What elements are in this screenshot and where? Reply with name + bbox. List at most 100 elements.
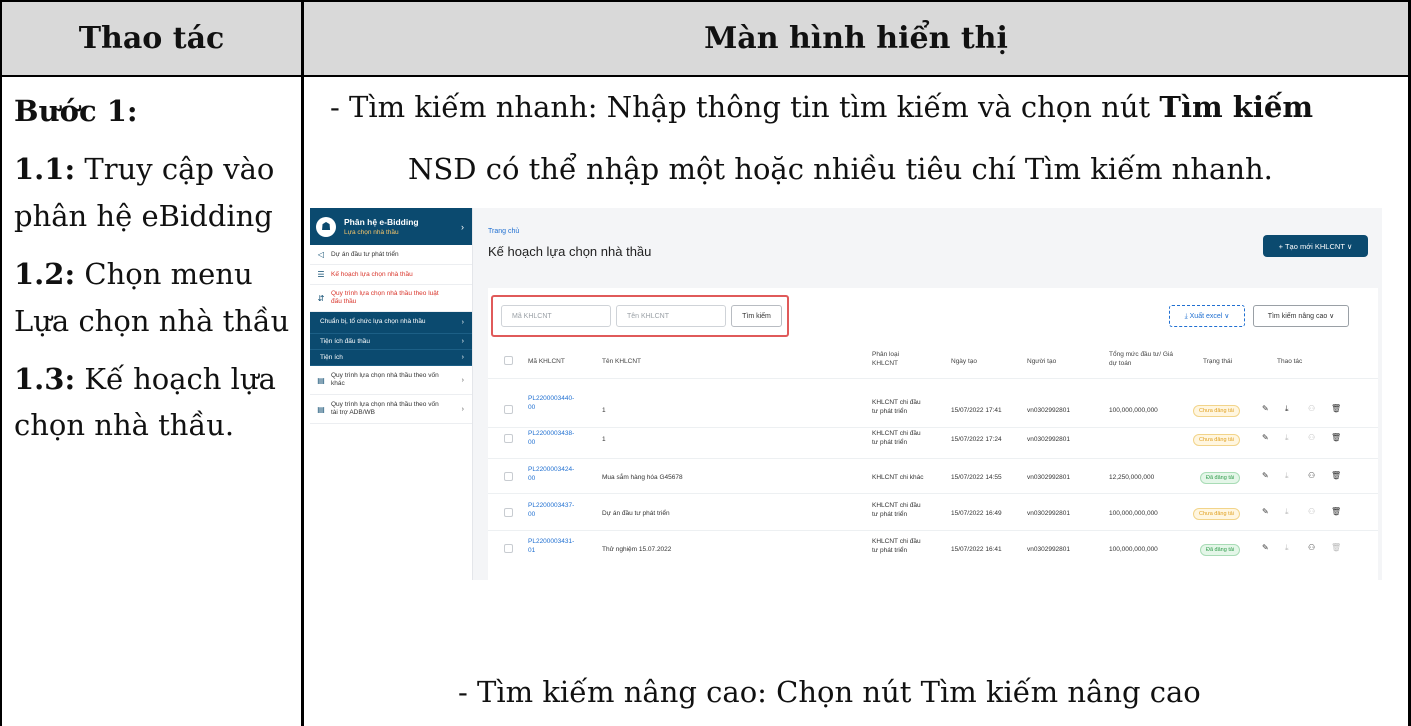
col-header-amount: Tổng mức đầu tư/ Giá dự toán [1109,351,1173,367]
sidebar-item-procedure-other-fund[interactable]: ▤ Quy trình lựa chọn nhà thầu theo vốn k… [310,366,472,395]
row-amount: 100,000,000,000 [1109,510,1158,517]
download-icon[interactable]: ⤓ [1285,507,1289,517]
table-border-left [0,0,2,726]
chevron-right-icon: › [461,376,464,384]
pencil-icon[interactable]: ✎ [1262,543,1269,552]
row-name: 1 [602,407,606,414]
pencil-icon[interactable]: ✎ [1262,507,1269,516]
row-name: 1 [602,436,606,443]
row-date: 15/07/2022 16:41 [951,546,1002,553]
col-header-status: Trạng thái [1203,358,1233,365]
row-code-link[interactable]: PL2200003437-00 [528,502,574,520]
row-creator: vn0302992801 [1027,436,1071,443]
trash-icon[interactable]: 🗑 [1331,433,1341,442]
search-button[interactable]: Tìm kiếm [731,305,782,327]
trash-icon[interactable]: 🗑 [1331,404,1341,413]
download-icon[interactable]: ⤓ [1285,543,1289,553]
sidebar-subitem-utilities[interactable]: Tiện ích › [310,350,472,366]
row-separator [488,530,1378,531]
select-all-checkbox[interactable] [504,356,513,365]
trash-icon[interactable]: 🗑 [1331,471,1341,480]
row-code-link[interactable]: PL2200003440-00 [528,395,574,413]
col-header-date: Ngày tạo [951,358,978,365]
users-icon[interactable]: ⚇ [1308,404,1315,413]
chevron-right-icon: › [461,338,464,345]
sidebar-header[interactable]: ☗ Phân hệ e-Bidding Lựa chọn nhà thầu › [310,208,472,245]
step-1-1: 1.1: Truy cập vào phân hệ eBidding [14,152,275,233]
row-separator [488,493,1378,494]
status-badge: Chưa đăng tải [1193,434,1240,446]
row-date: 15/07/2022 17:41 [951,407,1002,414]
users-icon[interactable]: ⚇ [1308,471,1315,480]
steps-column: Bước 1: 1.1: Truy cập vào phân hệ eBiddi… [14,88,294,461]
create-plan-button[interactable]: + Tạo mới KHLCNT ∨ [1263,235,1368,257]
row-checkbox[interactable] [504,472,513,481]
pencil-icon[interactable]: ✎ [1262,404,1269,413]
row-creator: vn0302992801 [1027,407,1071,414]
process-icon: ⇵ [317,293,325,303]
row-code-link[interactable]: PL2200003431-01 [528,538,574,556]
download-icon[interactable]: ⤓ [1285,471,1289,481]
sidebar-subitem-prepare[interactable]: Chuẩn bị, tổ chức lựa chọn nhà thầu › [310,312,472,334]
row-code-link[interactable]: PL2200003424-00 [528,466,574,484]
list-icon: ☰ [317,270,325,279]
app-subtitle: Lựa chọn nhà thầu [344,229,399,236]
app-title: Phân hệ e-Bidding [344,217,419,227]
row-date: 15/07/2022 14:55 [951,474,1002,481]
sidebar: ☗ Phân hệ e-Bidding Lựa chọn nhà thầu › … [310,208,473,580]
status-badge: Chưa đăng tải [1193,508,1240,520]
row-name: Mua sắm hàng hóa G45678 [602,474,683,481]
step-1-3: 1.3: Kế hoạch lựa chọn nhà thầu. [14,361,276,443]
document-icon: ▤ [317,375,325,385]
breadcrumb[interactable]: Trang chủ [488,228,519,235]
row-checkbox[interactable] [504,508,513,517]
download-icon[interactable]: ⤓ [1285,433,1289,443]
sidebar-item-investment-project[interactable]: ◁ Dự án đầu tư phát triển [310,245,472,265]
row-creator: vn0302992801 [1027,474,1071,481]
table-border-top [0,0,1411,2]
trash-icon[interactable]: 🗑 [1331,507,1341,516]
users-icon[interactable]: ⚇ [1308,433,1315,442]
step-label: Bước 1: [14,94,138,128]
sidebar-item-contractor-plan[interactable]: ☰ Kế hoạch lựa chọn nhà thầu [310,265,472,285]
chevron-right-icon: › [461,222,464,232]
row-date: 15/07/2022 17:24 [951,436,1002,443]
col-header-creator: Người tạo [1027,358,1057,365]
row-amount: 100,000,000,000 [1109,546,1158,553]
sidebar-item-procedure-adb-wb[interactable]: ▤ Quy trình lựa chọn nhà thầu theo vốn t… [310,395,472,424]
header-cell-display: Màn hình hiển thị [304,2,1408,75]
plan-code-input[interactable]: Mã KHLCNT [501,305,611,327]
ebidding-screenshot: ☗ Phân hệ e-Bidding Lựa chọn nhà thầu › … [310,208,1382,580]
col-header-code: Mã KHLCNT [528,358,565,365]
table-border-header [0,75,1411,77]
users-icon[interactable]: ⚇ [1308,543,1315,552]
pencil-icon[interactable]: ✎ [1262,471,1269,480]
page-title: Kế hoạch lựa chọn nhà thầu [488,244,652,259]
row-checkbox[interactable] [504,434,513,443]
chevron-right-icon: › [461,354,464,361]
col-header-name: Tên KHLCNT [602,358,642,365]
trash-icon[interactable]: 🗑 [1331,543,1341,552]
row-separator [488,378,1378,379]
export-excel-button[interactable]: ⤓ Xuất excel ∨ [1169,305,1245,327]
row-code-link[interactable]: PL2200003438-00 [528,430,574,448]
row-checkbox[interactable] [504,405,513,414]
users-icon[interactable]: ⚇ [1308,507,1315,516]
status-badge: Đã đăng tải [1200,472,1241,484]
header-display: Màn hình hiển thị [704,21,1008,56]
status-badge: Đã đăng tải [1200,544,1241,556]
app-logo-icon: ☗ [316,216,336,237]
download-icon[interactable]: ⤓ [1285,404,1289,414]
plan-name-input[interactable]: Tên KHLCNT [616,305,726,327]
row-separator [488,458,1378,459]
sidebar-item-procedure-law[interactable]: ⇵ Quy trình lựa chọn nhà thầu theo luật … [310,285,472,312]
sidebar-subitem-bidding-utilities[interactable]: Tiện ích đấu thầu › [310,334,472,350]
row-date: 15/07/2022 16:49 [951,510,1002,517]
row-creator: vn0302992801 [1027,510,1071,517]
row-amount: 12,250,000,000 [1109,474,1155,481]
chevron-right-icon: › [461,319,464,326]
advanced-search-button[interactable]: Tìm kiếm nâng cao ∨ [1253,305,1349,327]
row-checkbox[interactable] [504,544,513,553]
header-cell-operation: Thao tác [2,2,301,75]
pencil-icon[interactable]: ✎ [1262,433,1269,442]
